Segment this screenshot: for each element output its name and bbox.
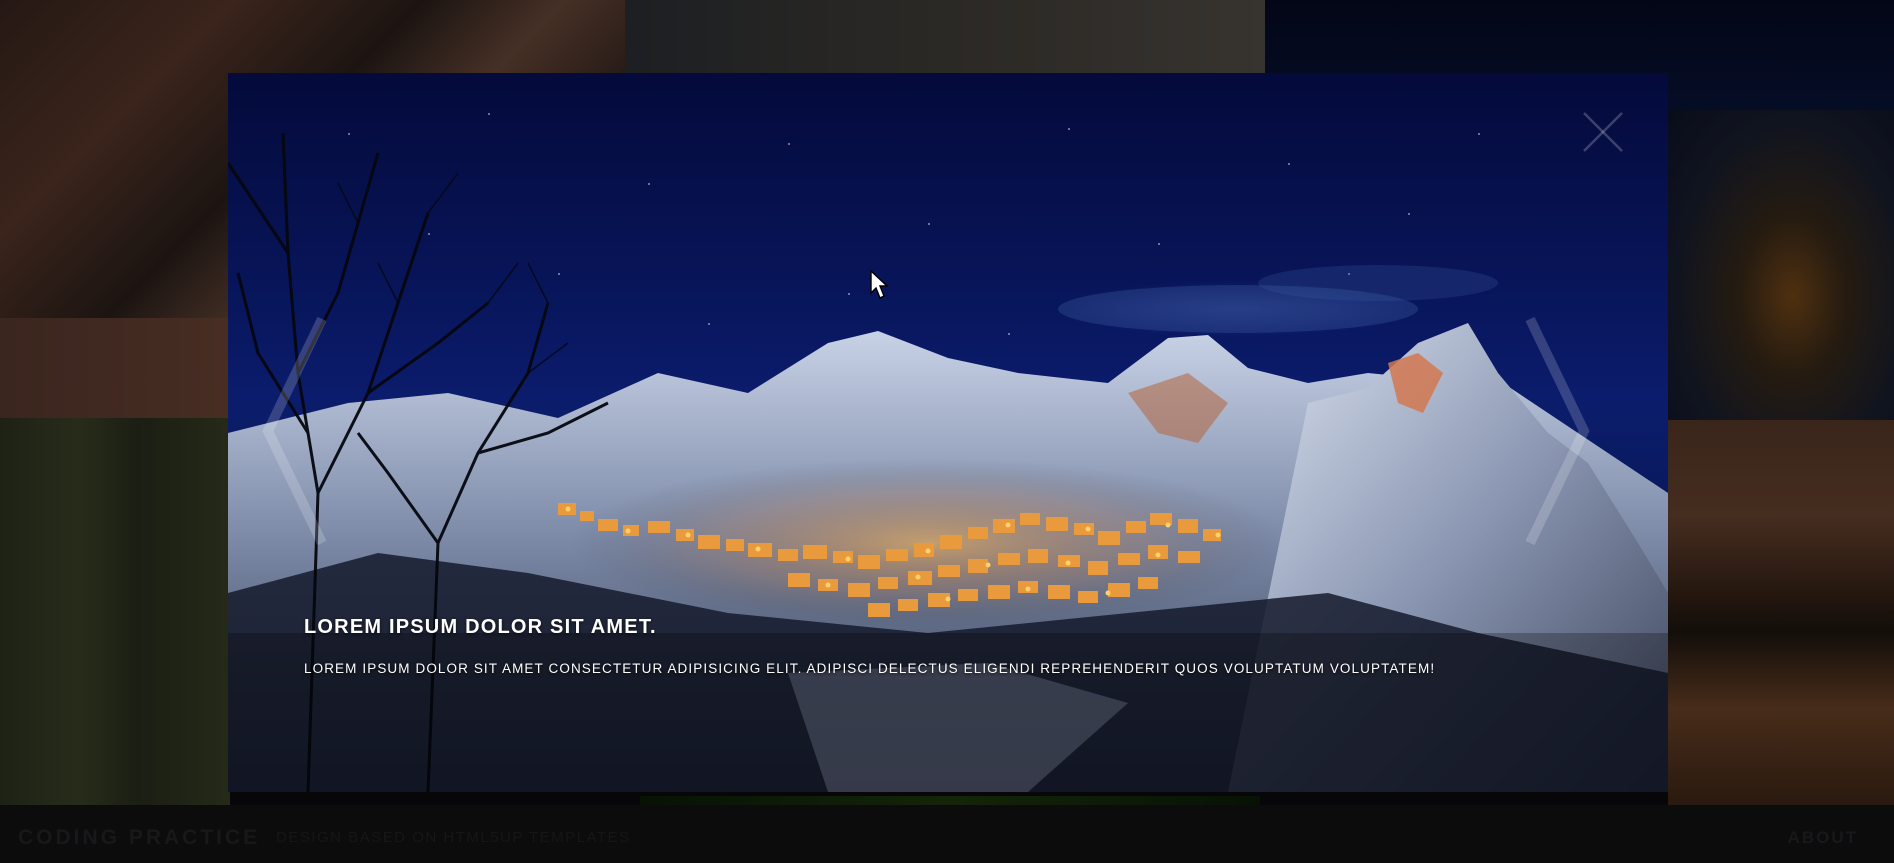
- night-village-photo: [228, 132, 1668, 792]
- mouse-cursor-icon: [870, 270, 889, 299]
- lightbox-modal: LOREM IPSUM DOLOR SIT AMET. LOREM IPSUM …: [228, 73, 1668, 792]
- previous-image-button[interactable]: [256, 311, 336, 551]
- close-icon: [1583, 112, 1623, 152]
- chevron-right-icon: [1525, 316, 1590, 546]
- chevron-left-icon: [262, 316, 327, 546]
- next-image-button[interactable]: [1516, 311, 1596, 551]
- caption-title: LOREM IPSUM DOLOR SIT AMET.: [304, 616, 657, 638]
- close-button[interactable]: [1578, 107, 1628, 157]
- caption-text: LOREM IPSUM DOLOR SIT AMET CONSECTETUR A…: [304, 661, 1436, 676]
